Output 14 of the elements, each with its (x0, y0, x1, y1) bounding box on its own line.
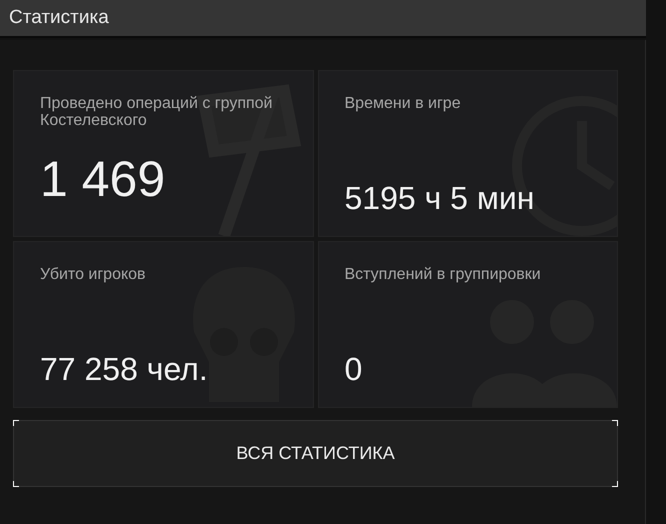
stat-label: Проведено операций с группой Костелевского (40, 95, 274, 129)
corner-mark (612, 481, 618, 487)
stat-value: 1 469 (40, 151, 166, 207)
stat-value: 77 258 чел. (40, 351, 208, 387)
stat-value: 0 (344, 351, 362, 387)
stat-value: 5195 ч 5 мин (344, 180, 534, 216)
corner-mark (13, 481, 19, 487)
stat-label: Убито игроков (40, 266, 147, 283)
panel-title: Статистика (9, 6, 109, 30)
stat-label: Вступлений в группировки (344, 266, 542, 283)
corner-mark (612, 420, 618, 426)
all-stats-button[interactable]: ВСЯ СТАТИСТИКА (13, 420, 618, 487)
stat-label: Времени в игре (344, 95, 462, 112)
corner-mark (13, 420, 19, 426)
